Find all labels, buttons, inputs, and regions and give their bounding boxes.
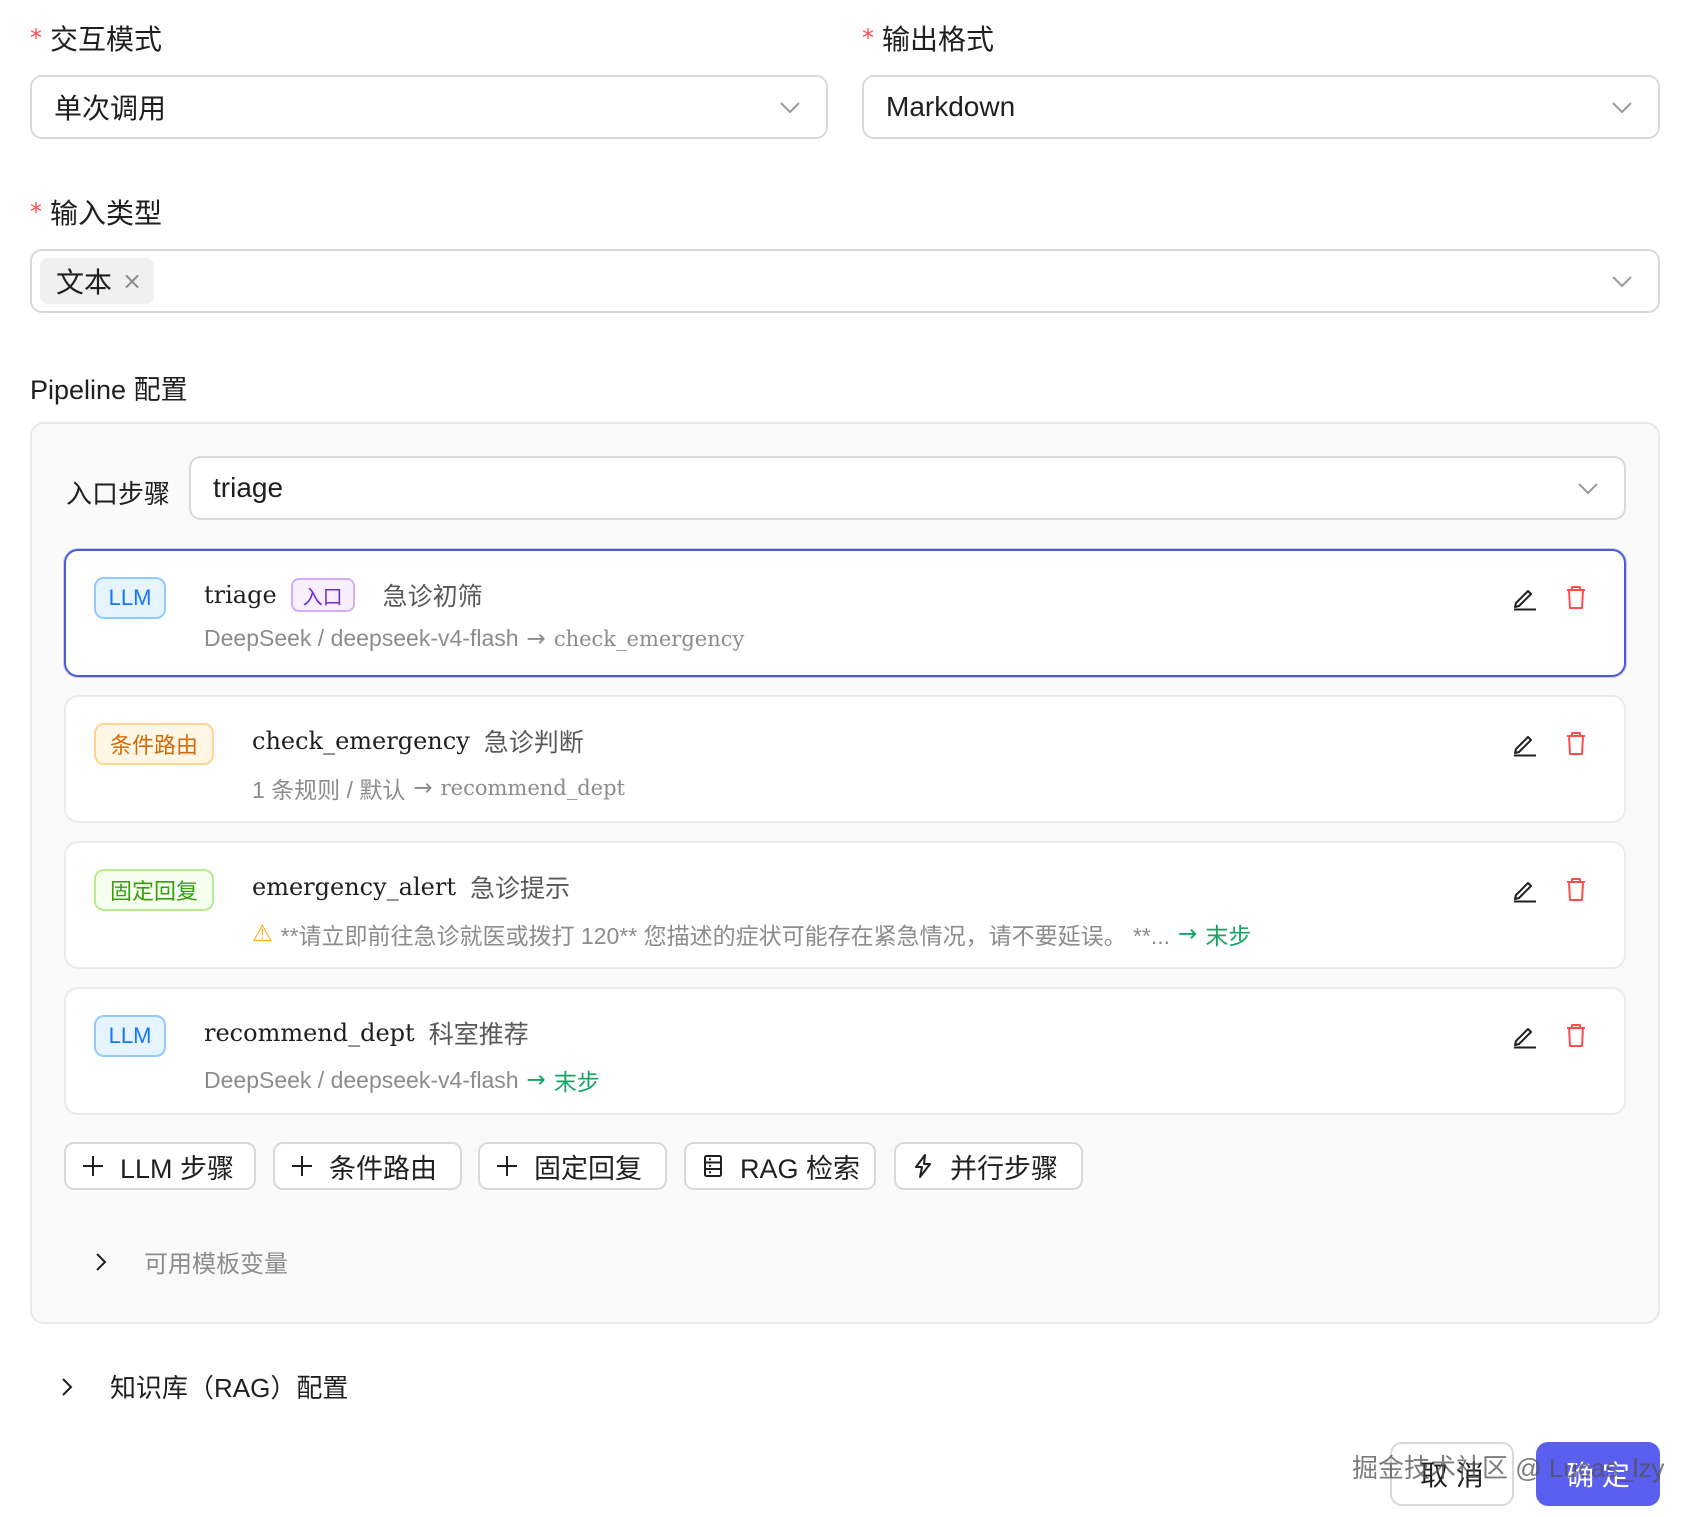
entry-step-value: triage	[213, 472, 284, 503]
step-detail: **请立即前往急诊就医或拨打 120** 您描述的症状可能存在紧急情况，请不要延…	[280, 923, 1171, 949]
cancel-button[interactable]: 取 消	[1390, 1442, 1514, 1506]
rag-config-label: 知识库（RAG）配置	[110, 1373, 349, 1403]
chevron-down-icon	[1578, 483, 1598, 495]
button-label: 条件路由	[329, 1153, 437, 1184]
entry-step-select[interactable]: triage	[189, 456, 1626, 520]
step-title: 急诊判断	[483, 729, 584, 757]
step-card-recommend-dept[interactable]: LLM recommend_dept 科室推荐 DeepSeek / deeps…	[64, 987, 1626, 1115]
add-rag-search-button[interactable]: RAG 检索	[684, 1142, 876, 1190]
step-header: emergency_alert 急诊提示	[252, 869, 570, 905]
template-variables-label: 可用模板变量	[144, 1251, 288, 1278]
ok-button[interactable]: 确 定	[1536, 1442, 1660, 1506]
plus-icon	[83, 1156, 103, 1176]
next-step: recommend_dept	[440, 776, 625, 800]
plus-icon	[497, 1156, 517, 1176]
step-title: 急诊初筛	[382, 583, 483, 611]
step-name: check_emergency	[252, 727, 470, 755]
step-title: 急诊提示	[469, 875, 570, 903]
entry-badge: 入口	[290, 578, 355, 612]
step-type-badge: 条件路由	[94, 723, 214, 765]
database-icon	[703, 1155, 722, 1177]
step-detail: 1 条规则 / 默认	[252, 777, 406, 803]
arrow-icon: →	[526, 625, 546, 652]
add-fixed-reply-button[interactable]: 固定回复	[478, 1142, 667, 1190]
interaction-mode-label-text: 交互模式	[50, 24, 163, 55]
add-parallel-step-button[interactable]: 并行步骤	[894, 1142, 1083, 1190]
output-format-label-text: 输出格式	[882, 24, 995, 55]
input-type-tag: 文本 ×	[40, 258, 155, 304]
step-type-badge: LLM	[94, 1015, 166, 1057]
output-format-select[interactable]: Markdown	[862, 75, 1660, 139]
interaction-mode-value: 单次调用	[54, 93, 167, 124]
delete-icon[interactable]	[1560, 727, 1592, 759]
step-detail: DeepSeek / deepseek-v4-flash	[204, 1066, 519, 1093]
interaction-mode-select[interactable]: 单次调用	[30, 75, 828, 139]
step-header: check_emergency 急诊判断	[252, 723, 584, 759]
input-type-tags: 文本 ×	[40, 258, 1608, 304]
step-detail: DeepSeek / deepseek-v4-flash	[204, 625, 519, 651]
step-subline: DeepSeek / deepseek-v4-flash → 末步	[204, 1063, 600, 1097]
step-subline: DeepSeek / deepseek-v4-flash → check_eme…	[204, 625, 744, 652]
step-card-check-emergency[interactable]: 条件路由 check_emergency 急诊判断 1 条规则 / 默认 → r…	[64, 695, 1626, 823]
chevron-right-icon	[96, 1252, 107, 1271]
template-variables-toggle[interactable]: 可用模板变量	[90, 1244, 288, 1279]
step-header: recommend_dept 科室推荐	[204, 1015, 529, 1051]
next-step: check_emergency	[553, 626, 745, 651]
arrow-icon: →	[413, 775, 433, 801]
step-card-triage[interactable]: LLM triage 入口 急诊初筛 DeepSeek / deepseek-v…	[64, 549, 1626, 677]
step-card-emergency-alert[interactable]: 固定回复 emergency_alert 急诊提示 ⚠ **请立即前往急诊就医或…	[64, 841, 1626, 969]
next-step: 末步	[1205, 923, 1252, 949]
chevron-down-icon	[1612, 276, 1632, 288]
output-format-label: * 输出格式	[862, 18, 994, 58]
pipeline-section-title: Pipeline 配置	[30, 375, 188, 405]
entry-step-label: 入口步骤	[66, 479, 171, 509]
plus-icon	[292, 1156, 312, 1176]
input-type-label: * 输入类型	[30, 192, 162, 232]
step-subline: 1 条规则 / 默认 → recommend_dept	[252, 771, 625, 805]
required-mark: *	[862, 24, 874, 52]
edit-icon[interactable]	[1508, 727, 1540, 759]
step-type-badge: LLM	[94, 577, 166, 619]
button-label: 并行步骤	[950, 1153, 1058, 1184]
button-label: RAG 检索	[739, 1153, 860, 1184]
required-mark: *	[30, 198, 42, 226]
input-type-multiselect[interactable]: 文本 ×	[30, 249, 1660, 313]
step-title: 科室推荐	[428, 1021, 529, 1049]
chevron-right-icon	[62, 1377, 73, 1396]
close-icon[interactable]: ×	[122, 267, 142, 295]
next-step: 末步	[553, 1069, 600, 1095]
add-llm-step-button[interactable]: LLM 步骤	[64, 1142, 256, 1190]
lightning-icon	[915, 1154, 931, 1178]
tag-label: 文本	[56, 267, 113, 298]
button-label: 固定回复	[534, 1153, 642, 1184]
button-label: LLM 步骤	[120, 1153, 235, 1184]
input-type-label-text: 输入类型	[50, 198, 163, 229]
interaction-mode-label: * 交互模式	[30, 18, 162, 58]
delete-icon[interactable]	[1560, 1019, 1592, 1051]
output-format-value: Markdown	[886, 91, 1016, 122]
step-name: recommend_dept	[204, 1019, 415, 1047]
chevron-down-icon	[780, 102, 800, 114]
step-subline: ⚠ **请立即前往急诊就医或拨打 120** 您描述的症状可能存在紧急情况，请不…	[252, 917, 1251, 951]
edit-icon[interactable]	[1508, 581, 1540, 613]
rag-config-toggle[interactable]: 知识库（RAG）配置	[56, 1368, 348, 1405]
edit-icon[interactable]	[1508, 1019, 1540, 1051]
edit-icon[interactable]	[1508, 873, 1540, 905]
required-mark: *	[30, 24, 42, 52]
delete-icon[interactable]	[1560, 873, 1592, 905]
step-name: emergency_alert	[252, 873, 456, 901]
step-name: triage	[204, 581, 277, 609]
step-header: triage 入口 急诊初筛	[204, 577, 483, 613]
arrow-icon: →	[526, 1067, 546, 1093]
delete-icon[interactable]	[1560, 581, 1592, 613]
warning-icon: ⚠	[252, 921, 273, 947]
add-condition-route-button[interactable]: 条件路由	[273, 1142, 462, 1190]
arrow-icon: →	[1178, 921, 1198, 947]
step-type-badge: 固定回复	[94, 869, 214, 911]
chevron-down-icon	[1612, 102, 1632, 114]
